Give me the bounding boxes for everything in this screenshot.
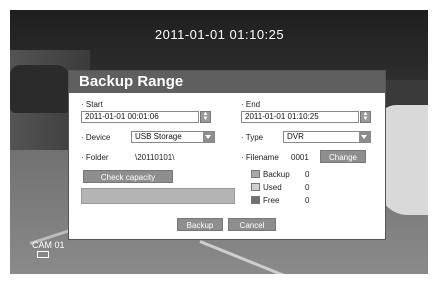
end-spin-button[interactable]: ▲ ▼	[360, 111, 371, 123]
device-select[interactable]: USB Storage	[131, 131, 215, 143]
used-legend-value: 0	[305, 183, 310, 192]
chevron-down-icon	[203, 132, 214, 142]
backup-legend-swatch	[251, 170, 260, 178]
recording-icon	[37, 251, 49, 258]
change-button[interactable]: Change	[320, 150, 366, 163]
backup-legend-value: 0	[305, 170, 310, 179]
device-select-value: USB Storage	[135, 132, 182, 141]
start-label: · Start	[81, 100, 103, 109]
folder-value: \20110101\	[135, 153, 175, 162]
start-datetime-field[interactable]: 2011-01-01 00:01:06	[81, 111, 199, 123]
free-legend-label: Free	[263, 196, 280, 205]
end-datetime-field[interactable]: 2011-01-01 01:10:25	[241, 111, 359, 123]
backup-button[interactable]: Backup	[177, 218, 223, 231]
end-label: · End	[241, 100, 261, 109]
type-label: · Type	[241, 133, 264, 142]
type-select[interactable]: DVR	[283, 131, 371, 143]
folder-label: · Folder	[81, 153, 109, 162]
free-legend-value: 0	[305, 196, 310, 205]
type-select-value: DVR	[287, 132, 304, 141]
camera-label: CAM 01	[32, 240, 65, 250]
device-label: · Device	[81, 133, 111, 142]
start-spin-button[interactable]: ▲ ▼	[200, 111, 211, 123]
timestamp-overlay: 2011-01-01 01:10:25	[154, 27, 285, 42]
backup-legend-label: Backup	[263, 170, 290, 179]
capacity-bar	[81, 188, 235, 204]
cancel-button[interactable]: Cancel	[228, 218, 276, 231]
used-legend-label: Used	[263, 183, 282, 192]
free-legend-swatch	[251, 196, 260, 204]
background-car-left	[10, 65, 70, 113]
filename-value: 0001	[291, 153, 309, 162]
used-legend-swatch	[251, 183, 260, 191]
chevron-down-icon	[359, 132, 370, 142]
filename-label: · Filename	[241, 153, 279, 162]
backup-range-dialog: Backup Range · Start 2011-01-01 00:01:06…	[68, 70, 386, 240]
check-capacity-button[interactable]: Check capacity	[83, 170, 173, 183]
dialog-title: Backup Range	[69, 71, 385, 93]
